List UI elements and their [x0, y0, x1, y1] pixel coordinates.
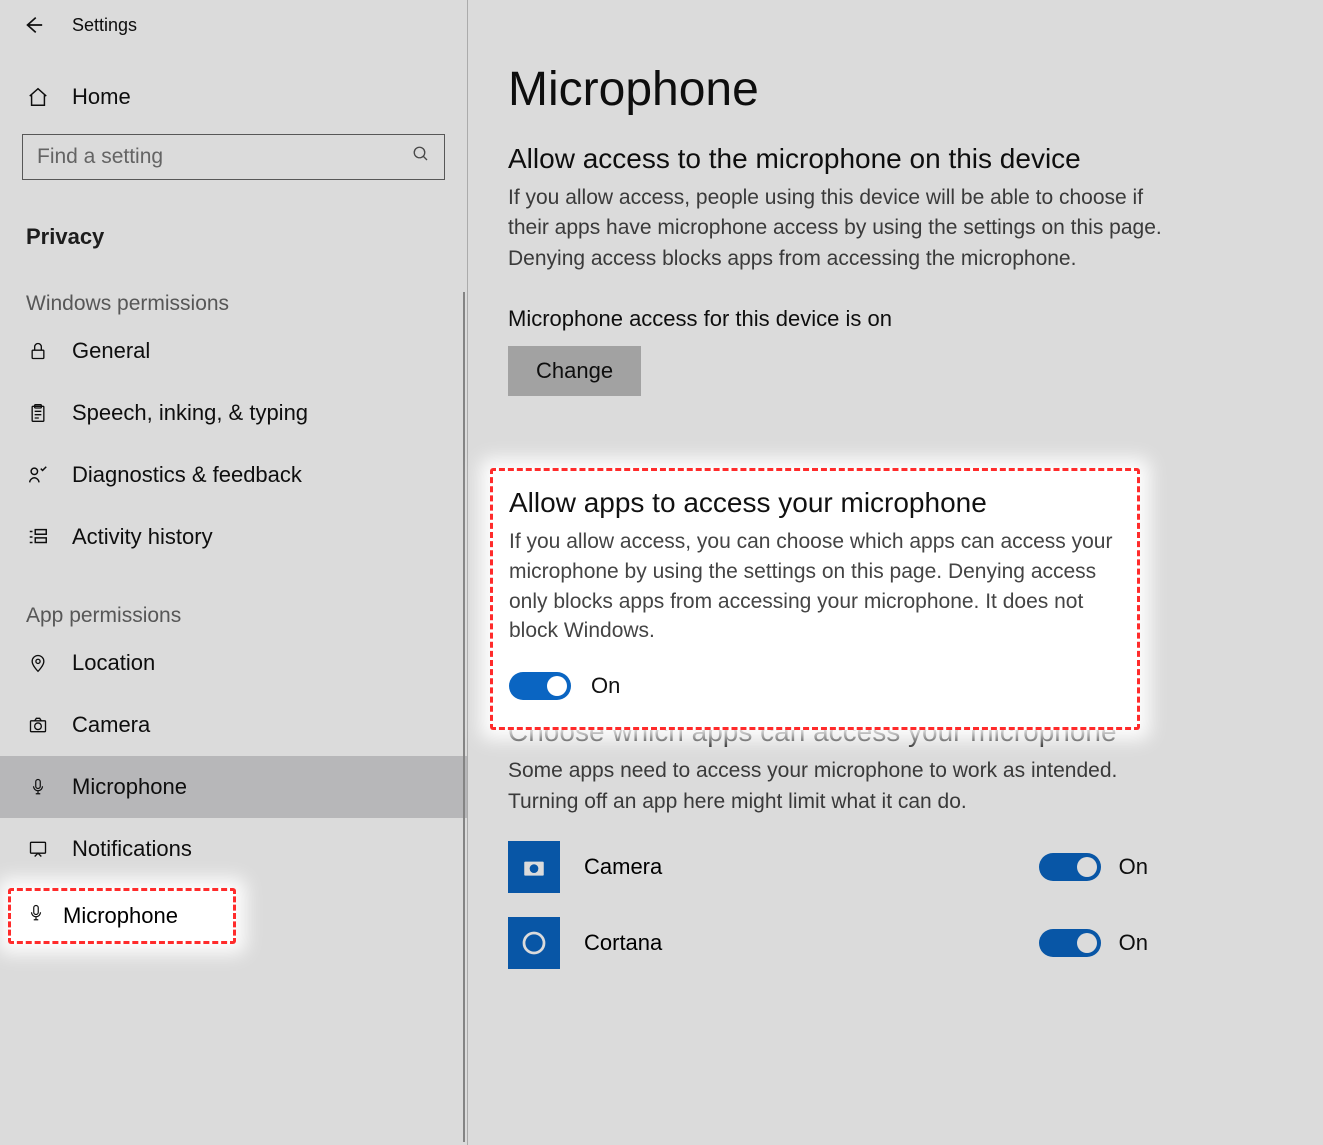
sidebar-item-label: Activity history	[72, 524, 213, 550]
camera-app-tile-icon	[508, 841, 560, 893]
sidebar-item-label: Home	[72, 84, 131, 110]
search-icon	[412, 145, 430, 169]
microphone-icon	[26, 775, 50, 799]
sidebar-item-microphone[interactable]: Microphone	[0, 756, 467, 818]
search-field[interactable]	[37, 145, 391, 169]
location-icon	[26, 652, 50, 674]
sidebar-item-home[interactable]: Home	[0, 60, 467, 134]
sidebar-item-label: Speech, inking, & typing	[72, 400, 308, 426]
sidebar-item-label: Location	[72, 650, 155, 676]
back-icon[interactable]	[22, 14, 44, 36]
privacy-heading: Privacy	[0, 198, 467, 256]
home-icon	[26, 86, 50, 108]
toggle-state-label: On	[1119, 930, 1148, 956]
app-row-camera: Camera On	[508, 841, 1148, 893]
highlight-sidebar-microphone[interactable]: Microphone	[8, 888, 236, 944]
change-button[interactable]: Change	[508, 346, 641, 396]
allow-apps-toggle[interactable]	[509, 672, 571, 700]
camera-icon	[26, 715, 50, 735]
sidebar-item-label: General	[72, 338, 150, 364]
highlight-allow-apps-section: Allow apps to access your microphone If …	[490, 468, 1140, 730]
search-input[interactable]	[22, 134, 445, 180]
vertical-divider	[463, 292, 465, 1142]
group-app-permissions: App permissions	[0, 568, 467, 632]
sidebar-item-activity[interactable]: Activity history	[0, 506, 467, 568]
sidebar-item-label: Microphone	[63, 903, 178, 929]
sidebar-item-location[interactable]: Location	[0, 632, 467, 694]
sidebar-item-label: Microphone	[72, 774, 187, 800]
app-row-cortana: Cortana On	[508, 917, 1148, 969]
sidebar-item-speech[interactable]: Speech, inking, & typing	[0, 382, 467, 444]
notifications-icon	[26, 839, 50, 859]
sidebar-item-label: Camera	[72, 712, 150, 738]
titlebar: Settings	[0, 6, 467, 60]
toggle-state-label: On	[1119, 854, 1148, 880]
sidebar-item-camera[interactable]: Camera	[0, 694, 467, 756]
section-choose-apps-body: Some apps need to access your microphone…	[508, 756, 1188, 817]
app-name-label: Cortana	[584, 930, 662, 956]
app-name: Settings	[72, 15, 137, 36]
camera-toggle[interactable]	[1039, 853, 1101, 881]
clipboard-icon	[26, 402, 50, 424]
microphone-icon	[27, 901, 45, 931]
cortana-app-tile-icon	[508, 917, 560, 969]
section-allow-device-body: If you allow access, people using this d…	[508, 183, 1188, 274]
timeline-icon	[26, 526, 50, 548]
section-allow-device-title: Allow access to the microphone on this d…	[508, 143, 1283, 175]
app-name-label: Camera	[584, 854, 662, 880]
group-windows-permissions: Windows permissions	[0, 256, 467, 320]
section-allow-apps-body: If you allow access, you can choose whic…	[509, 527, 1121, 646]
toggle-state-label: On	[591, 673, 620, 699]
sidebar-item-notifications[interactable]: Notifications	[0, 818, 467, 880]
cortana-toggle[interactable]	[1039, 929, 1101, 957]
sidebar-item-diagnostics[interactable]: Diagnostics & feedback	[0, 444, 467, 506]
page-title: Microphone	[508, 62, 1283, 117]
sidebar-item-label: Diagnostics & feedback	[72, 462, 302, 488]
sidebar: Settings Home Privacy Windows permission…	[0, 0, 468, 1145]
feedback-icon	[26, 464, 50, 486]
section-allow-apps-title: Allow apps to access your microphone	[509, 487, 1121, 519]
lock-icon	[26, 340, 50, 362]
mic-access-status: Microphone access for this device is on	[508, 306, 1283, 332]
sidebar-item-label: Notifications	[72, 836, 192, 862]
sidebar-item-general[interactable]: General	[0, 320, 467, 382]
